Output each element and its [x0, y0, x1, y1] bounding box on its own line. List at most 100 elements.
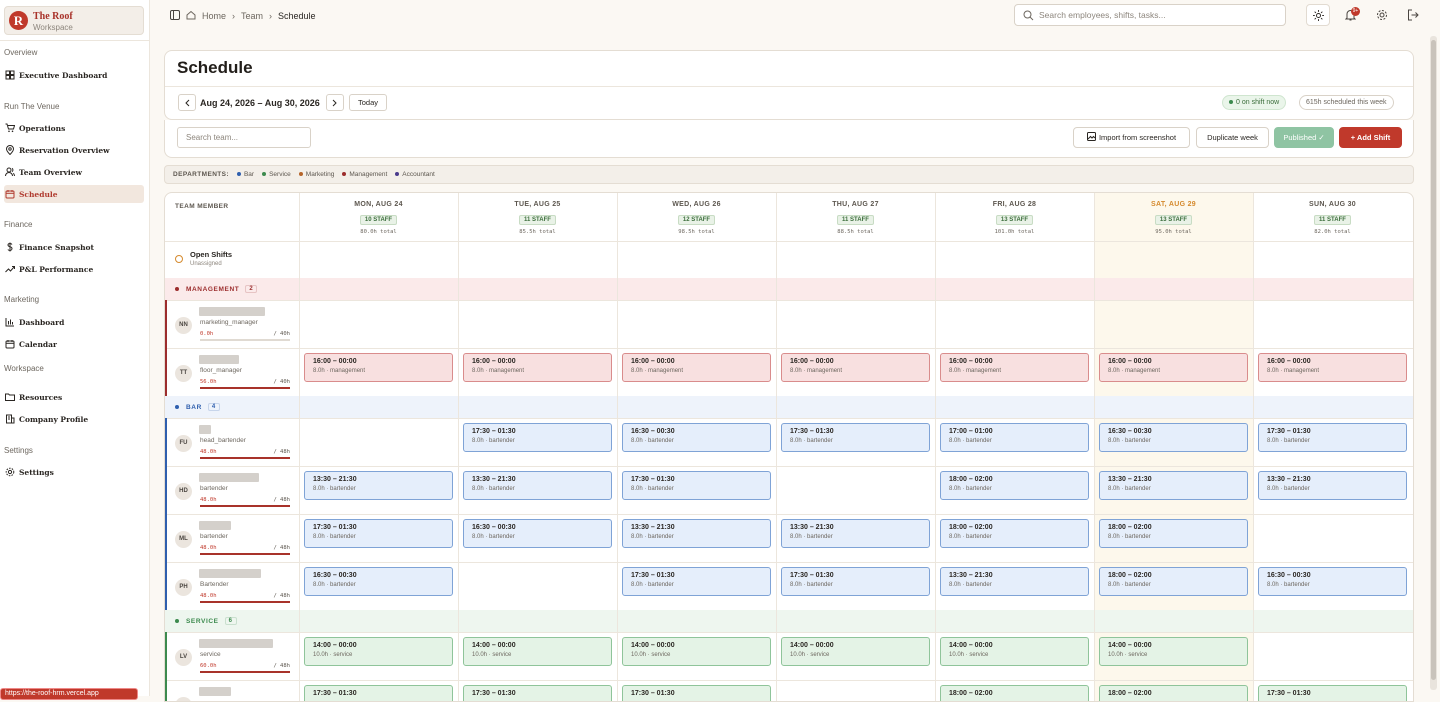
team-member-cell[interactable]: FU head_bartender 48.0h / 48h: [165, 418, 299, 466]
shift-card[interactable]: 16:00 – 00:00 8.0h · management: [781, 353, 930, 382]
shift-card[interactable]: 17:30 – 01:30: [463, 685, 612, 701]
shift-card[interactable]: 16:30 – 00:30 8.0h · bartender: [304, 567, 453, 596]
shift-card[interactable]: 13:30 – 21:30 8.0h · bartender: [1099, 471, 1248, 500]
shift-card[interactable]: 17:30 – 01:30: [304, 685, 453, 701]
shift-description: 10.0h · service: [949, 652, 989, 658]
sidebar-item-schedule[interactable]: Schedule: [4, 185, 144, 203]
shift-card[interactable]: 16:00 – 00:00 8.0h · management: [463, 353, 612, 382]
shift-card[interactable]: 13:30 – 21:30 8.0h · bartender: [1258, 471, 1407, 500]
sidebar-item-operations[interactable]: Operations: [4, 119, 144, 137]
shift-card[interactable]: 17:30 – 01:30 8.0h · bartender: [463, 423, 612, 452]
sidebar-item-resources[interactable]: Resources: [4, 388, 144, 406]
hours-progress-bar: [200, 457, 290, 459]
hours-progress-bar: [200, 505, 290, 507]
hours-progress-bar: [200, 671, 290, 673]
shift-card[interactable]: 16:00 – 00:00 8.0h · management: [940, 353, 1089, 382]
shift-description: 8.0h · bartender: [472, 486, 515, 492]
shift-time: 17:00 – 01:00: [949, 428, 993, 435]
shift-card[interactable]: 17:30 – 01:30 8.0h · bartender: [304, 519, 453, 548]
sidebar-item-reservation-overview[interactable]: Reservation Overview: [4, 141, 144, 159]
sidebar-item-dashboard[interactable]: Dashboard: [4, 313, 144, 331]
shift-card[interactable]: 17:30 – 01:30 8.0h · bartender: [622, 471, 771, 500]
team-member-cell[interactable]: HD bartender 48.0h / 48h: [165, 466, 299, 514]
theme-toggle-button[interactable]: [1306, 4, 1330, 26]
shift-card[interactable]: 18:00 – 02:00 8.0h · bartender: [1099, 567, 1248, 596]
sidebar-item-p-l-performance[interactable]: P&L Performance: [4, 260, 144, 278]
team-member-cell[interactable]: [165, 680, 299, 701]
shift-card[interactable]: 13:30 – 21:30 8.0h · bartender: [781, 519, 930, 548]
published-button[interactable]: Published ✓: [1274, 127, 1334, 148]
department-band[interactable]: MANAGEMENT 2: [165, 278, 1413, 300]
shift-card[interactable]: 18:00 – 02:00: [1099, 685, 1248, 701]
breadcrumb-home[interactable]: Home: [202, 11, 226, 21]
sidebar-item-team-overview[interactable]: Team Overview: [4, 163, 144, 181]
shift-card[interactable]: 16:00 – 00:00 8.0h · management: [1099, 353, 1248, 382]
department-service: Service: [262, 171, 291, 178]
shift-card[interactable]: 18:00 – 02:00: [940, 685, 1089, 701]
shift-card[interactable]: 16:00 – 00:00 8.0h · management: [304, 353, 453, 382]
shift-card[interactable]: 14:00 – 00:00 10.0h · service: [781, 637, 930, 666]
today-button[interactable]: Today: [349, 94, 387, 111]
team-search-input[interactable]: Search team...: [177, 127, 311, 148]
department-band[interactable]: SERVICE 6: [165, 610, 1413, 632]
breadcrumb-team[interactable]: Team: [241, 11, 263, 21]
team-member-cell[interactable]: PH Bartender 48.0h / 48h: [165, 562, 299, 610]
team-member-cell[interactable]: ML bartender 48.0h / 48h: [165, 514, 299, 562]
shift-card[interactable]: 16:00 – 00:00 8.0h · management: [1258, 353, 1407, 382]
on-shift-badge: 0 on shift now: [1222, 95, 1287, 110]
shift-card[interactable]: 17:30 – 01:30 8.0h · bartender: [781, 567, 930, 596]
sidebar-toggle-icon[interactable]: [170, 10, 180, 22]
shift-card[interactable]: 16:30 – 00:30 8.0h · bartender: [1258, 567, 1407, 596]
logout-button[interactable]: [1401, 4, 1425, 26]
sidebar-item-calendar[interactable]: Calendar: [4, 335, 144, 353]
page-scrollbar[interactable]: [1430, 36, 1437, 690]
shift-card[interactable]: 13:30 – 21:30 8.0h · bartender: [940, 567, 1089, 596]
open-shifts-row[interactable]: Open Shifts Unassigned: [165, 241, 299, 278]
shift-card[interactable]: 14:00 – 00:00 10.0h · service: [940, 637, 1089, 666]
shift-card[interactable]: 17:00 – 01:00 8.0h · bartender: [940, 423, 1089, 452]
shift-card[interactable]: 18:00 – 02:00 8.0h · bartender: [940, 471, 1089, 500]
sidebar-item-company-profile[interactable]: Company Profile: [4, 410, 144, 428]
shift-card[interactable]: 13:30 – 21:30 8.0h · bartender: [622, 519, 771, 548]
sidebar-item-label: Reservation Overview: [19, 145, 110, 155]
global-search-input[interactable]: Search employees, shifts, tasks...: [1014, 4, 1286, 26]
duplicate-week-button[interactable]: Duplicate week: [1196, 127, 1269, 148]
prev-week-button[interactable]: [178, 94, 196, 111]
import-screenshot-button[interactable]: Import from screenshot: [1073, 127, 1190, 148]
department-band[interactable]: BAR 4: [165, 396, 1413, 418]
shift-card[interactable]: 16:30 – 00:30 8.0h · bartender: [463, 519, 612, 548]
shift-card[interactable]: 14:00 – 00:00 10.0h · service: [304, 637, 453, 666]
shift-card[interactable]: 17:30 – 01:30 8.0h · bartender: [781, 423, 930, 452]
chevron-right-icon: ›: [269, 11, 273, 21]
shift-card[interactable]: 14:00 – 00:00 10.0h · service: [463, 637, 612, 666]
team-member-cell[interactable]: TT floor_manager 56.0h / 40h: [165, 348, 299, 396]
sidebar-item-executive-dashboard[interactable]: Executive Dashboard: [4, 66, 144, 84]
shift-card[interactable]: 17:30 – 01:30: [622, 685, 771, 701]
shift-card[interactable]: 13:30 – 21:30 8.0h · bartender: [304, 471, 453, 500]
shift-card[interactable]: 14:00 – 00:00 10.0h · service: [622, 637, 771, 666]
shift-card[interactable]: 13:30 – 21:30 8.0h · bartender: [463, 471, 612, 500]
max-hours: / 48h: [273, 497, 290, 503]
sidebar-item-finance-snapshot[interactable]: Finance Snapshot: [4, 238, 144, 256]
shift-card[interactable]: 17:30 – 01:30 8.0h · bartender: [1258, 423, 1407, 452]
shift-card[interactable]: 18:00 – 02:00 8.0h · bartender: [1099, 519, 1248, 548]
add-shift-button[interactable]: + Add Shift: [1339, 127, 1402, 148]
shift-card[interactable]: 16:00 – 00:00 8.0h · management: [622, 353, 771, 382]
settings-button[interactable]: [1370, 4, 1394, 26]
shift-card[interactable]: 17:30 – 01:30: [1258, 685, 1407, 701]
shift-card[interactable]: 16:30 – 00:30 8.0h · bartender: [1099, 423, 1248, 452]
department-dot-icon: [175, 287, 179, 291]
shift-card[interactable]: 16:30 – 00:30 8.0h · bartender: [622, 423, 771, 452]
hours-progress-bar: [200, 339, 290, 341]
notifications-button[interactable]: 9+: [1338, 4, 1362, 26]
workspace-switcher[interactable]: R The Roof Workspace: [4, 6, 144, 35]
shift-card[interactable]: 14:00 – 00:00 10.0h · service: [1099, 637, 1248, 666]
shift-card[interactable]: 18:00 – 02:00 8.0h · bartender: [940, 519, 1089, 548]
next-week-button[interactable]: [326, 94, 344, 111]
team-member-cell[interactable]: NN marketing_manager 0.0h / 40h: [165, 300, 299, 348]
scrollbar-thumb[interactable]: [1431, 40, 1436, 680]
sidebar-item-settings[interactable]: Settings: [4, 463, 144, 481]
day-total-hours: 88.5h total: [837, 229, 874, 235]
team-member-cell[interactable]: LV service 60.0h / 48h: [165, 632, 299, 680]
shift-card[interactable]: 17:30 – 01:30 8.0h · bartender: [622, 567, 771, 596]
